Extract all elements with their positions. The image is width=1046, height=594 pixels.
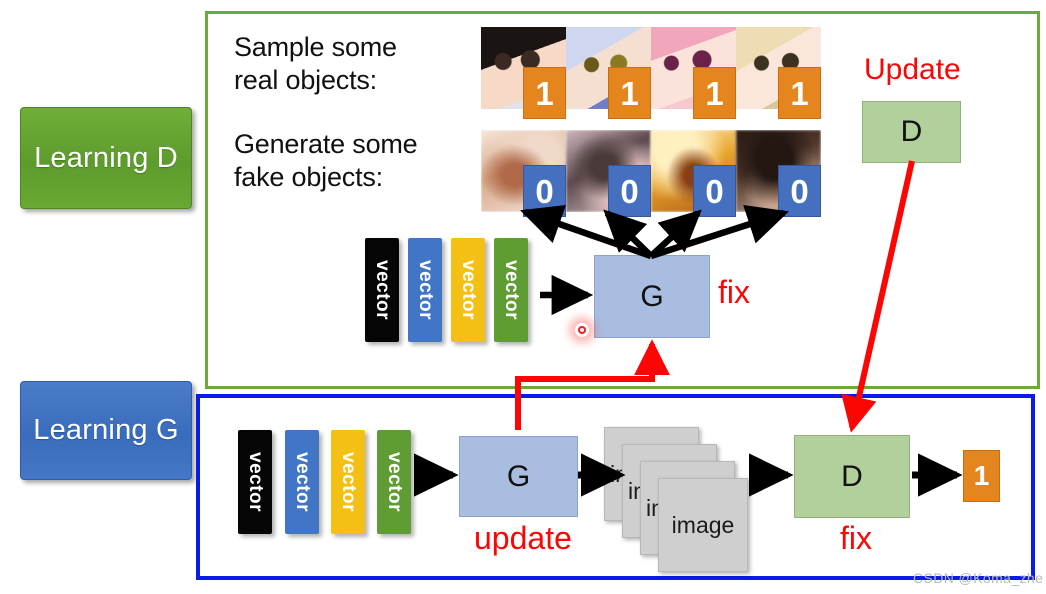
discriminator-box-top: D: [862, 101, 961, 163]
real-label-chip: 1: [778, 67, 821, 119]
learning-d-label-text: Learning D: [34, 141, 178, 174]
output-label-chip: 1: [963, 450, 1000, 502]
vector-bar-label: vector: [292, 451, 313, 513]
generator-fix-note: fix: [718, 274, 750, 310]
sample-real-objects-text: Sample some real objects:: [234, 32, 397, 95]
vector-bar-label: vector: [245, 451, 266, 513]
vector-bar: vector: [451, 238, 485, 342]
discriminator-fix-note: fix: [840, 520, 872, 556]
real-label-chip: 1: [608, 67, 651, 119]
cursor-dot-icon: [575, 323, 589, 337]
discriminator-box-bottom: D: [794, 435, 910, 518]
vector-bar-label: vector: [338, 451, 359, 513]
vector-bar: vector: [377, 430, 411, 534]
generated-image-card: image: [658, 478, 748, 572]
vector-bar-label: vector: [372, 259, 393, 321]
fake-label-chip: 0: [693, 165, 736, 217]
diagram-canvas: Learning D Learning G Sample some real o…: [0, 0, 1046, 594]
learning-g-label-text: Learning G: [33, 414, 179, 447]
generator-update-note: update: [474, 520, 572, 556]
generator-box-bottom: G: [459, 436, 578, 517]
generate-fake-objects-text: Generate some fake objects:: [234, 129, 418, 192]
discriminator-update-note: Update: [864, 53, 961, 86]
vector-bar: vector: [285, 430, 319, 534]
vector-bar-label: vector: [415, 259, 436, 321]
fake-label-chip: 0: [523, 165, 566, 217]
learning-g-label-box: Learning G: [20, 381, 192, 480]
fake-label-chip: 0: [608, 165, 651, 217]
real-label-chip: 1: [693, 67, 736, 119]
learning-d-label-box: Learning D: [20, 107, 192, 209]
fake-label-chip: 0: [778, 165, 821, 217]
generator-box-top: G: [594, 255, 710, 338]
vector-bar: vector: [365, 238, 399, 342]
vector-bar: vector: [408, 238, 442, 342]
watermark-text: CSDN @Koma_zhe: [913, 570, 1044, 586]
vector-bar: vector: [494, 238, 528, 342]
vector-bar-label: vector: [501, 259, 522, 321]
vector-bar: vector: [331, 430, 365, 534]
real-label-chip: 1: [523, 67, 566, 119]
vector-bar-label: vector: [458, 259, 479, 321]
vector-bar-label: vector: [384, 451, 405, 513]
vector-bar: vector: [238, 430, 272, 534]
